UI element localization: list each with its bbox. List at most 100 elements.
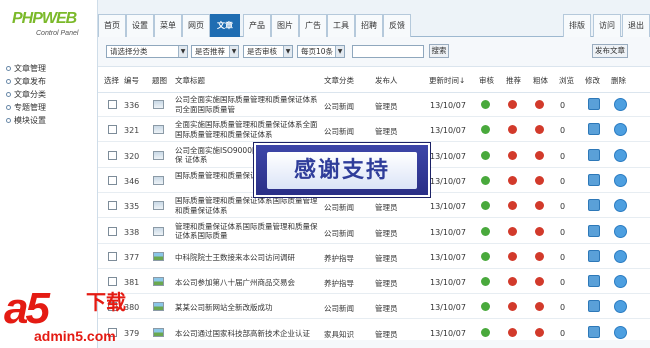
check-icon[interactable] (481, 201, 490, 211)
row-title[interactable]: 公司全面实施国际质量管理和质量保证体系 司全面国际质量管 (175, 95, 323, 115)
check-icon[interactable] (481, 226, 490, 236)
cross-icon[interactable] (508, 251, 517, 261)
delete-icon[interactable] (614, 98, 627, 111)
row-id: 320 (124, 151, 140, 161)
delete-icon[interactable] (614, 325, 627, 339)
cross-icon[interactable] (508, 201, 517, 211)
sidebar-item-topic-manage[interactable]: 专题管理 (0, 101, 97, 114)
cross-icon[interactable] (508, 302, 517, 312)
row-checkbox[interactable] (108, 125, 117, 135)
tab-articles[interactable]: 文章 (210, 14, 240, 37)
cross-icon[interactable] (535, 302, 544, 312)
check-icon[interactable] (481, 327, 490, 337)
delete-icon[interactable] (614, 224, 627, 238)
chevron-down-icon: ▼ (178, 46, 187, 57)
row-checkbox[interactable] (108, 150, 117, 160)
col-audit: 审核 (479, 76, 494, 85)
delete-icon[interactable] (614, 173, 627, 187)
tab-feedback[interactable]: 反馈 (383, 14, 411, 37)
tab-logout[interactable]: 退出 (622, 14, 650, 37)
row-title[interactable]: 本公司参加第八十届广州商品交易会 (175, 278, 323, 288)
row-checkbox[interactable] (108, 201, 117, 211)
sidebar-item-article-publish[interactable]: 文章发布 (0, 75, 97, 88)
tab-images[interactable]: 图片 (271, 14, 299, 37)
audit-select[interactable]: 是否审核 ▼ (243, 45, 293, 58)
row-title[interactable]: 本公司通过国家科技部高新技术企业认证 (175, 329, 323, 339)
delete-icon[interactable] (614, 300, 627, 314)
tab-pages[interactable]: 网页 (182, 14, 210, 37)
cross-icon[interactable] (508, 175, 517, 185)
row-checkbox[interactable] (108, 100, 117, 109)
row-title[interactable]: 管理和质量保证体系国际质量管理和质量保 证体系国际质量 (175, 222, 323, 242)
tab-tools[interactable]: 工具 (327, 14, 355, 37)
check-icon[interactable] (481, 277, 490, 287)
row-checkbox[interactable] (108, 251, 117, 261)
delete-icon[interactable] (614, 199, 627, 213)
cross-icon[interactable] (508, 125, 517, 135)
edit-icon[interactable] (588, 98, 600, 110)
edit-icon[interactable] (588, 325, 600, 338)
edit-icon[interactable] (588, 148, 600, 161)
row-date: 13/10/07 (430, 303, 466, 313)
check-icon[interactable] (481, 150, 490, 160)
cross-icon[interactable] (535, 251, 544, 261)
edit-icon[interactable] (588, 199, 600, 212)
row-title[interactable]: 国际质量管理和质量保证体系国际质量管理 和质量保证体系 (175, 196, 323, 216)
cross-icon[interactable] (535, 125, 544, 135)
cross-icon[interactable] (535, 100, 544, 109)
cross-icon[interactable] (535, 277, 544, 287)
row-title[interactable]: 全面实施国际质量管理和质量保证体系全面国际质量管理和质量保证体系 (175, 120, 323, 140)
sidebar-item-article-manage[interactable]: 文章管理 (0, 62, 97, 75)
col-updated[interactable]: 更新时间↓ (429, 75, 465, 86)
col-bold: 粗体 (533, 76, 548, 85)
cross-icon[interactable] (535, 150, 544, 160)
tab-ads[interactable]: 广告 (299, 14, 327, 37)
edit-icon[interactable] (588, 249, 600, 262)
cross-icon[interactable] (535, 327, 544, 337)
check-icon[interactable] (481, 125, 490, 135)
delete-icon[interactable] (614, 275, 627, 289)
sidebar-item-article-category[interactable]: 文章分类 (0, 88, 97, 101)
cross-icon[interactable] (508, 277, 517, 287)
check-icon[interactable] (481, 175, 490, 185)
check-icon[interactable] (481, 302, 490, 312)
per-page-select[interactable]: 每页10条 ▼ (297, 45, 345, 58)
delete-icon[interactable] (614, 123, 627, 137)
edit-icon[interactable] (588, 123, 600, 136)
cross-icon[interactable] (535, 175, 544, 185)
tab-jobs[interactable]: 招聘 (355, 14, 383, 37)
check-icon[interactable] (481, 100, 490, 109)
row-checkbox[interactable] (108, 226, 117, 236)
search-button[interactable]: 搜索 (429, 44, 449, 58)
edit-icon[interactable] (588, 300, 600, 313)
cross-icon[interactable] (508, 327, 517, 337)
edit-icon[interactable] (588, 224, 600, 237)
search-input[interactable] (352, 45, 424, 58)
edit-icon[interactable] (588, 173, 600, 186)
tab-layout[interactable]: 排版 (563, 14, 591, 37)
tab-menu[interactable]: 菜单 (154, 14, 182, 37)
cross-icon[interactable] (535, 201, 544, 211)
cross-icon[interactable] (508, 100, 517, 109)
cross-icon[interactable] (508, 226, 517, 236)
row-date: 13/10/07 (430, 202, 466, 212)
recommend-select[interactable]: 是否推荐 ▼ (191, 45, 239, 58)
tab-home[interactable]: 首页 (98, 14, 126, 37)
tab-products[interactable]: 产品 (243, 14, 271, 37)
edit-icon[interactable] (588, 275, 600, 288)
thumbnail-icon (153, 277, 164, 287)
check-icon[interactable] (481, 251, 490, 261)
tab-visits[interactable]: 访问 (593, 14, 621, 37)
row-checkbox[interactable] (108, 175, 117, 185)
col-image: 题图 (152, 76, 167, 85)
delete-icon[interactable] (614, 148, 627, 162)
row-title[interactable]: 某某公司新网站全新改版成功 (175, 303, 323, 313)
publish-article-button[interactable]: 发布文章 (592, 44, 628, 58)
cross-icon[interactable] (508, 150, 517, 160)
category-select[interactable]: 请选择分类 ▼ (106, 45, 188, 58)
tab-settings[interactable]: 设置 (126, 14, 154, 37)
row-title[interactable]: 中科院院士王数接来本公司访问调研 (175, 253, 323, 263)
delete-icon[interactable] (614, 249, 627, 263)
cross-icon[interactable] (535, 226, 544, 236)
sidebar-item-module-settings[interactable]: 模块设置 (0, 114, 97, 127)
